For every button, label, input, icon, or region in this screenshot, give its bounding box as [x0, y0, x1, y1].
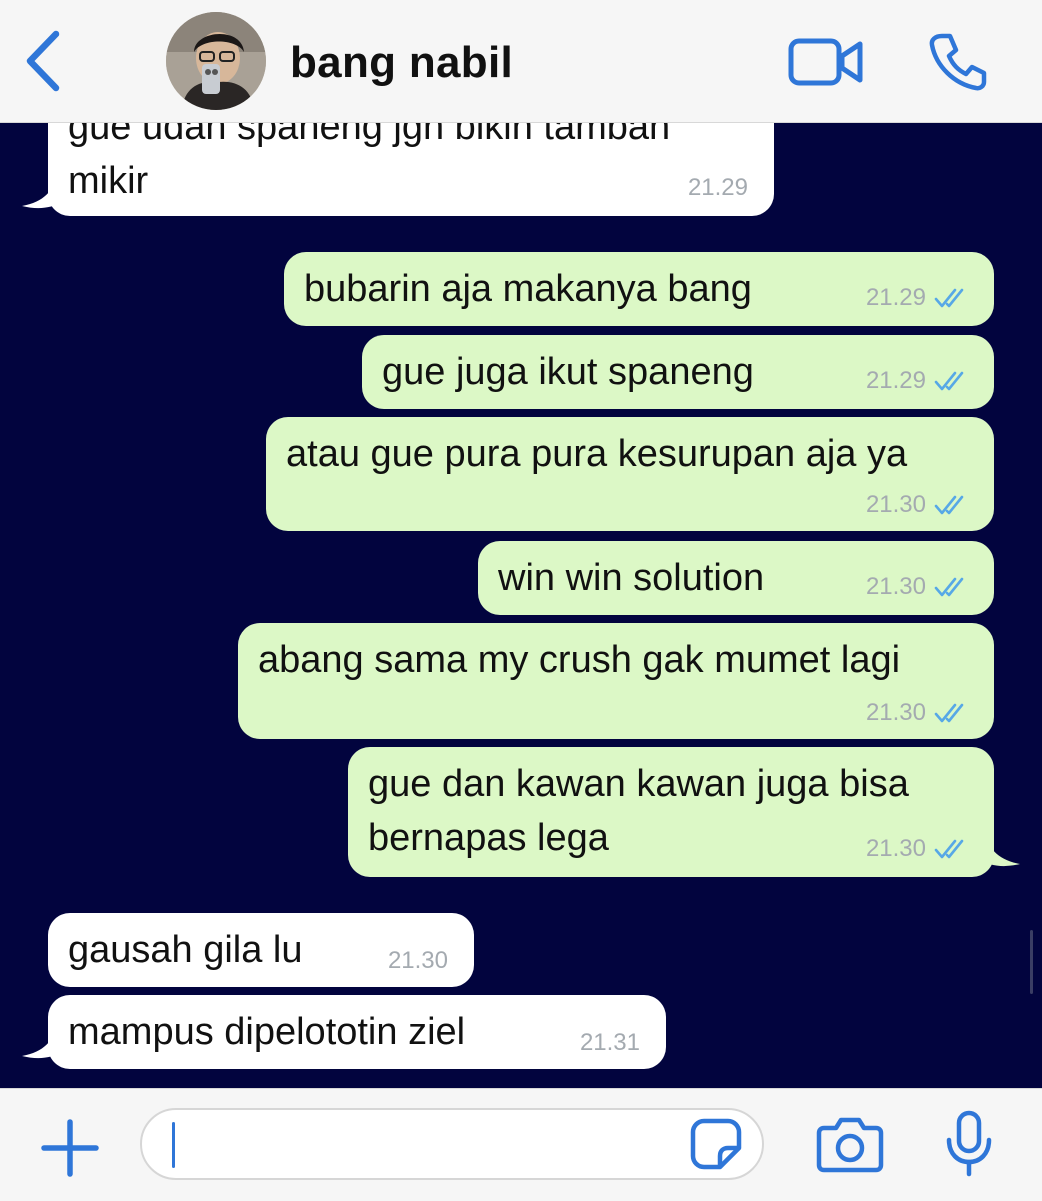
message-text: abang sama my crush gak mumet lagi: [258, 639, 901, 681]
read-ticks-icon: [934, 371, 964, 391]
read-ticks-icon: [934, 577, 964, 597]
message-text-line: bernapas lega: [368, 817, 609, 859]
message-time: 21.30: [866, 573, 968, 601]
chat-header: bang nabil: [0, 0, 1042, 123]
message-text-line: mikir: [68, 160, 149, 202]
message-outgoing[interactable]: win win solution 21.30: [478, 541, 994, 615]
read-ticks-icon: [934, 288, 964, 308]
message-time: 21.30: [866, 491, 968, 519]
video-call-icon[interactable]: [788, 36, 864, 88]
scrollbar[interactable]: [1030, 930, 1033, 994]
text-cursor: [172, 1122, 175, 1168]
bubble-tail: [22, 1026, 62, 1059]
message-time: 21.30: [866, 835, 968, 863]
read-ticks-icon: [934, 495, 964, 515]
message-time: 21.30: [866, 699, 968, 727]
message-text: gausah gila lu: [68, 929, 303, 971]
camera-icon[interactable]: [816, 1114, 884, 1174]
message-time: 21.31: [579, 1029, 640, 1056]
read-ticks-icon: [934, 703, 964, 723]
message-text: atau gue pura pura kesurupan aja ya: [286, 433, 908, 475]
message-outgoing[interactable]: gue juga ikut spaneng 21.29: [362, 335, 994, 409]
read-ticks-icon: [934, 839, 964, 859]
plus-icon[interactable]: [40, 1118, 100, 1178]
message-outgoing[interactable]: abang sama my crush gak mumet lagi 21.30: [238, 623, 994, 739]
sticker-icon[interactable]: [690, 1118, 742, 1170]
message-incoming[interactable]: gausah gila lu 21.30: [48, 913, 474, 987]
message-outgoing[interactable]: gue dan kawan kawan juga bisa bernapas l…: [348, 747, 994, 877]
message-outgoing[interactable]: bubarin aja makanya bang 21.29: [284, 252, 994, 326]
message-time: 21.30: [387, 947, 448, 974]
bubble-tail: [980, 834, 1020, 867]
message-text-line: gue dan kawan kawan juga bisa: [368, 763, 909, 805]
contact-name[interactable]: bang nabil: [290, 38, 513, 88]
message-text: mampus dipelototin ziel: [68, 1011, 466, 1053]
message-time: 21.29: [687, 174, 748, 201]
message-time: 21.29: [866, 284, 968, 312]
back-chevron-icon[interactable]: [20, 28, 64, 94]
message-text: gue juga ikut spaneng: [382, 351, 754, 393]
message-incoming[interactable]: mampus dipelototin ziel 21.31: [48, 995, 666, 1069]
avatar[interactable]: [166, 12, 266, 110]
microphone-icon[interactable]: [944, 1110, 994, 1178]
phone-call-icon[interactable]: [928, 32, 988, 92]
message-input[interactable]: [140, 1108, 764, 1180]
message-text: win win solution: [498, 557, 765, 599]
message-outgoing[interactable]: atau gue pura pura kesurupan aja ya 21.3…: [266, 417, 994, 531]
bubble-tail: [22, 176, 62, 209]
message-text: bubarin aja makanya bang: [304, 268, 752, 310]
message-time: 21.29: [866, 367, 968, 395]
